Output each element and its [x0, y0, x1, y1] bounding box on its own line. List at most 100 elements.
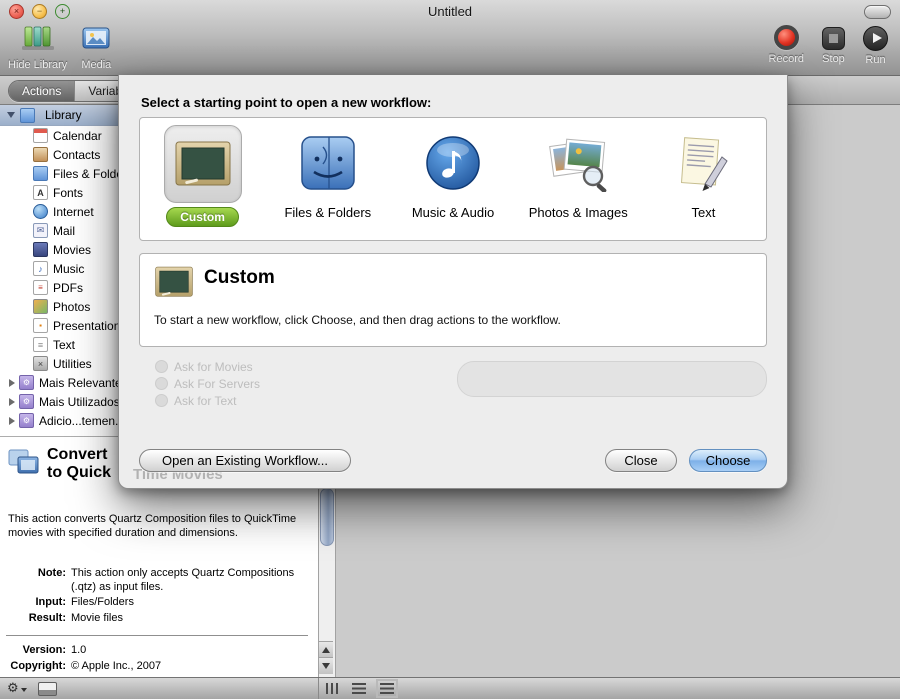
- dimmed-action-item: Ask for Movies: [155, 358, 260, 375]
- window-title: Untitled: [427, 4, 473, 19]
- field-result: Result: Movie files: [28, 611, 123, 624]
- toolbar-right: Record Stop Run: [769, 25, 888, 66]
- run-label: Run: [865, 54, 886, 66]
- media-button[interactable]: Media: [81, 25, 111, 71]
- action-fields: Note: This action only accepts Quartz Co…: [0, 567, 312, 627]
- choose-button[interactable]: Choose: [689, 449, 767, 472]
- music-audio-icon: [415, 125, 491, 201]
- media-label: Media: [81, 59, 112, 71]
- disclosure-triangle-icon[interactable]: [9, 416, 15, 425]
- detail-title: Custom: [204, 267, 275, 288]
- starting-point-label: Custom: [166, 207, 239, 227]
- presentations-icon: [33, 318, 48, 333]
- text-icon: [33, 337, 48, 352]
- hide-library-label: Hide Library: [8, 59, 68, 71]
- status-bar: [0, 677, 900, 699]
- stop-label: Stop: [822, 53, 845, 65]
- starting-point-music-audio[interactable]: Music & Audio: [390, 118, 515, 240]
- stop-button[interactable]: Stop: [822, 25, 845, 66]
- gear-menu-button[interactable]: [7, 680, 27, 696]
- title-bar[interactable]: Untitled: [0, 0, 900, 22]
- window-chrome: Untitled: [0, 0, 900, 76]
- action-icon: [155, 394, 168, 407]
- scroll-down-button[interactable]: [319, 657, 333, 674]
- chevron-down-icon: [20, 687, 27, 692]
- starting-point-detail: Custom To start a new workflow, click Ch…: [139, 253, 767, 347]
- starting-point-text[interactable]: Text: [641, 118, 766, 240]
- action-title-block: Convert to Quick: [8, 446, 111, 482]
- library-label: Library: [45, 108, 82, 122]
- detail-description: To start a new workflow, click Choose, a…: [154, 313, 561, 327]
- automator-window: Untitled: [0, 0, 900, 699]
- smart-folder-icon: [19, 394, 34, 409]
- dimmed-action-item: Ask For Servers: [155, 375, 260, 392]
- starting-point-custom[interactable]: Custom: [140, 118, 265, 240]
- record-icon: [773, 25, 799, 50]
- starting-point-photos-images[interactable]: Photos & Images: [516, 118, 641, 240]
- action-description-text: This action converts Quartz Composition …: [8, 513, 297, 539]
- starting-point-label: Photos & Images: [528, 205, 628, 220]
- quartz-action-icon: [8, 446, 40, 481]
- hide-library-button[interactable]: Hide Library: [8, 25, 67, 71]
- disclosure-triangle-icon[interactable]: [9, 397, 15, 406]
- movies-icon: [33, 242, 48, 257]
- disclosure-triangle-icon[interactable]: [7, 112, 15, 118]
- toolbar-toggle-button[interactable]: [864, 5, 891, 19]
- columns-view-button[interactable]: [326, 683, 340, 694]
- custom-icon-small: [154, 265, 194, 304]
- library-icon: [21, 25, 55, 56]
- sheet-prompt: Select a starting point to open a new wo…: [141, 95, 432, 110]
- action-meta: Version: 1.0 Copyright: © Apple Inc., 20…: [0, 643, 312, 675]
- close-button[interactable]: Close: [605, 449, 677, 472]
- detail-view-button[interactable]: [376, 679, 398, 698]
- action-title-line-2: to Quick: [47, 464, 112, 481]
- starting-point-files-folders[interactable]: Files & Folders: [265, 118, 390, 240]
- down-arrow-icon: [322, 663, 330, 669]
- text-document-icon: [665, 125, 741, 201]
- run-button[interactable]: Run: [863, 25, 888, 66]
- action-icon: [155, 377, 168, 390]
- record-label: Record: [768, 53, 804, 65]
- smart-folder-icon: [19, 375, 34, 390]
- field-note: Note: This action only accepts Quartz Co…: [37, 567, 295, 593]
- field-input: Input: Files/Folders: [35, 596, 134, 608]
- toolbar-left: Hide Library Media: [8, 25, 111, 71]
- smart-folder-icon: [19, 413, 34, 428]
- media-icon: [81, 25, 111, 56]
- list-view-button[interactable]: [352, 683, 366, 694]
- starting-points-list: Custom Files & Folders Music & Audio Pho…: [139, 117, 767, 241]
- disclosure-triangle-icon[interactable]: [9, 378, 15, 387]
- field-version: Version: 1.0: [22, 644, 87, 656]
- calendar-icon: [33, 128, 48, 143]
- dimmed-action-list: Ask for Movies Ask For Servers Ask for T…: [155, 358, 260, 409]
- photos-images-icon: [540, 125, 616, 201]
- starting-point-label: Music & Audio: [411, 205, 495, 220]
- tab-actions[interactable]: Actions: [9, 81, 75, 101]
- action-icon: [155, 360, 168, 373]
- dimmed-action-item: Ask for Text: [155, 392, 260, 409]
- fonts-icon: [33, 185, 48, 200]
- music-icon: [33, 261, 48, 276]
- record-button[interactable]: Record: [769, 25, 804, 66]
- pdfs-icon: [33, 280, 48, 295]
- action-title-line-1: Convert: [47, 446, 108, 463]
- up-arrow-icon: [322, 647, 330, 653]
- finder-icon: [290, 125, 366, 201]
- scrollbar-thumb[interactable]: [320, 488, 334, 546]
- new-workflow-sheet: Select a starting point to open a new wo…: [118, 75, 788, 489]
- mail-icon: [33, 223, 48, 238]
- photos-icon: [33, 299, 48, 314]
- contacts-icon: [33, 147, 48, 162]
- scroll-up-button[interactable]: [319, 641, 333, 658]
- folder-icon: [33, 166, 48, 181]
- internet-icon: [33, 204, 48, 219]
- workflow-drop-area-ghost: [457, 361, 767, 397]
- stop-icon: [822, 27, 845, 50]
- open-existing-workflow-button[interactable]: Open an Existing Workflow...: [139, 449, 351, 472]
- utilities-icon: [33, 356, 48, 371]
- run-icon: [863, 26, 888, 51]
- description-panel-toggle-button[interactable]: [38, 682, 57, 696]
- divider: [318, 678, 319, 699]
- custom-icon: [163, 125, 242, 203]
- divider: [6, 635, 308, 636]
